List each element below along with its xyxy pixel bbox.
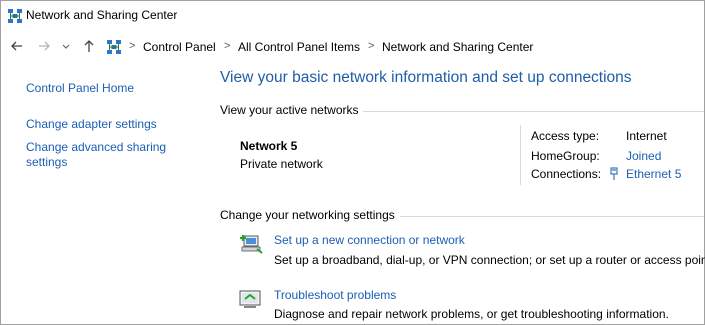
new-connection-icon[interactable] — [238, 232, 264, 254]
section-divider — [400, 216, 704, 217]
window-title: Network and Sharing Center — [26, 8, 178, 22]
sidebar-item-control-panel-home[interactable]: Control Panel Home — [26, 80, 134, 96]
chevron-down-icon[interactable] — [61, 38, 71, 54]
troubleshoot-icon[interactable] — [238, 288, 264, 310]
change-settings-heading: Change your networking settings — [220, 208, 395, 222]
breadcrumb-network-center[interactable]: Network and Sharing Center — [382, 40, 533, 54]
access-type-label: Access type: — [531, 129, 600, 143]
section-divider — [363, 111, 704, 112]
address-bar: > Control Panel > All Control Panel Item… — [1, 34, 704, 60]
network-category: Private network — [240, 157, 323, 171]
ethernet-connection-link[interactable]: Ethernet 5 — [626, 167, 681, 181]
active-networks-heading: View your active networks — [220, 103, 359, 117]
homegroup-link[interactable]: Joined — [626, 149, 661, 163]
homegroup-label: HomeGroup: — [531, 149, 600, 163]
sidebar-item-adapter-settings[interactable]: Change adapter settings — [26, 116, 157, 132]
breadcrumb-separator[interactable]: > — [129, 40, 135, 52]
title-bar: Network and Sharing Center — [1, 1, 704, 31]
up-arrow-icon[interactable] — [81, 38, 97, 54]
network-center-icon — [107, 40, 121, 54]
setup-connection-desc: Set up a broadband, dial-up, or VPN conn… — [274, 253, 705, 267]
breadcrumb-control-panel[interactable]: Control Panel — [143, 40, 216, 54]
sidebar-item-advanced-sharing-cont[interactable]: settings — [26, 154, 67, 170]
network-name: Network 5 — [240, 139, 298, 153]
sidebar-item-advanced-sharing[interactable]: Change advanced sharing — [26, 139, 166, 155]
network-center-icon — [8, 9, 22, 23]
back-arrow-icon[interactable] — [9, 38, 25, 54]
breadcrumb-separator[interactable]: > — [224, 40, 230, 52]
window: Network and Sharing Center > Control Pan… — [0, 0, 705, 325]
access-type-value: Internet — [626, 129, 667, 143]
page-title: View your basic network information and … — [220, 69, 632, 86]
breadcrumb-separator[interactable]: > — [368, 40, 374, 52]
setup-connection-link[interactable]: Set up a new connection or network — [274, 233, 465, 247]
forward-arrow-icon[interactable] — [36, 38, 52, 54]
troubleshoot-desc: Diagnose and repair network problems, or… — [274, 307, 669, 321]
breadcrumb-all-items[interactable]: All Control Panel Items — [238, 40, 360, 54]
troubleshoot-link[interactable]: Troubleshoot problems — [274, 288, 396, 302]
vertical-divider — [520, 125, 521, 185]
ethernet-icon[interactable] — [608, 167, 620, 181]
connections-label: Connections: — [531, 167, 602, 181]
address-box[interactable]: > Control Panel > All Control Panel Item… — [102, 35, 704, 59]
